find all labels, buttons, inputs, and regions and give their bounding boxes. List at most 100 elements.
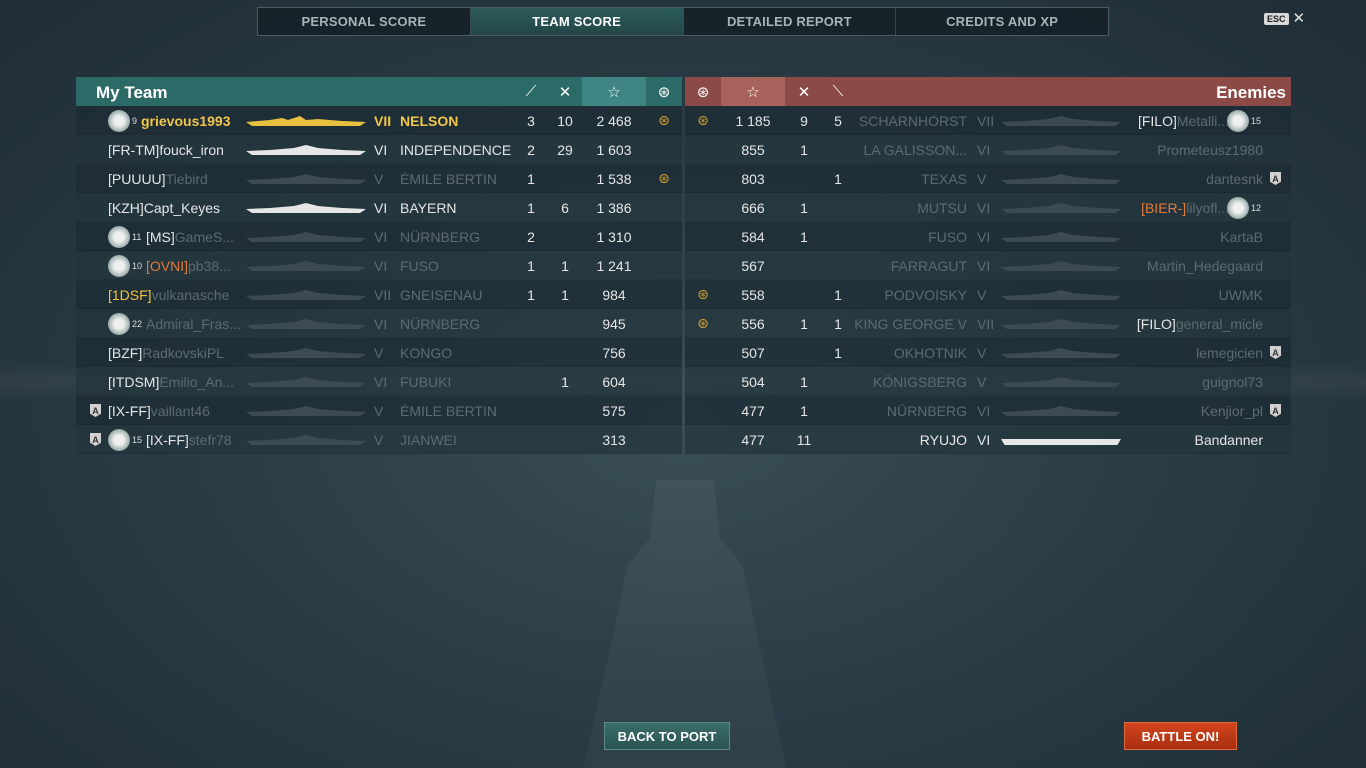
ship-tier: VI (977, 199, 991, 216)
player-name[interactable]: grievous1993 (141, 106, 231, 135)
battle-on-button[interactable]: BATTLE ON! (1124, 722, 1237, 750)
ship-silhouette (1001, 348, 1121, 358)
table-row[interactable]: 855 1 LA GALISSON... VI Prometeusz1980 (685, 135, 1291, 164)
player-name[interactable]: [IX-FF] stefr78 (146, 425, 232, 454)
player-nickname: Emilio_An... (159, 373, 235, 390)
player-name[interactable]: [FILO] Metalli... (1138, 106, 1229, 135)
table-row[interactable]: [1DSF] vulkanasche VII GNEISENAU 1 1 984 (76, 280, 682, 309)
player-nickname: Prometeusz1980 (1157, 141, 1263, 158)
player-name[interactable]: dantesnk (1206, 164, 1263, 193)
clan-tag: [FR-TM] (108, 141, 160, 158)
rank-badge-icon: 15 (108, 425, 142, 454)
table-row[interactable]: 10 [OVNI] pb38... VI FUSO 1 1 1 241 (76, 251, 682, 280)
table-row[interactable]: 567 FARRAGUT VI Martin_Hedegaard (685, 251, 1291, 280)
player-name[interactable]: [IX-FF] vaillant46 (108, 396, 210, 425)
ship-name: RYUJO (919, 431, 967, 448)
enemy-team-header: ⊛ ☆ ✕ ⟍ Enemies (685, 77, 1291, 106)
table-row[interactable]: A [IX-FF] vaillant46 V ÉMILE BERTIN 575 (76, 396, 682, 425)
tab-personal-score[interactable]: PERSONAL SCORE (258, 8, 471, 35)
player-name[interactable]: Kenjior_pl (1201, 396, 1263, 425)
tab-detailed-report[interactable]: DETAILED REPORT (684, 8, 897, 35)
clan-tag: [OVNI] (146, 257, 189, 274)
table-row[interactable]: 477 1 NÜRNBERG VI Kenjior_pl A (685, 396, 1291, 425)
ship-silhouette (246, 319, 366, 329)
score-value: 1 241 (596, 257, 632, 274)
score-value: 803 (741, 170, 765, 187)
player-name[interactable]: [FILO] general_micle (1137, 309, 1263, 338)
ship-tier: VI (977, 228, 991, 245)
player-name[interactable]: [ITDSM] Emilio_An... (108, 367, 234, 396)
table-row[interactable]: 803 1 TEXAS Vdantesnk A (685, 164, 1291, 193)
score-value: 604 (602, 373, 626, 390)
table-row[interactable]: 9 grievous1993 VII NELSON 3 10 2 468 ⊛ (76, 106, 682, 135)
rank-badge-icon: 22 (108, 309, 142, 338)
player-name[interactable]: guignol73 (1202, 367, 1263, 396)
player-name[interactable]: KartaB (1220, 222, 1263, 251)
score-value: 1 603 (596, 141, 632, 158)
score-value: 556 (741, 315, 765, 332)
table-row[interactable]: 477 11 RYUJO VI Bandanner (685, 425, 1291, 454)
player-name[interactable]: Admiral_Fras... (146, 309, 241, 338)
ship-tier: V (977, 170, 987, 187)
ship-tier: V (374, 344, 384, 361)
player-name[interactable]: [1DSF] vulkanasche (108, 280, 229, 309)
clan-tag: [MS] (146, 228, 175, 245)
player-nickname: vaillant46 (150, 402, 210, 419)
ship-tier: V (374, 402, 384, 419)
table-row[interactable]: 22 Admiral_Fras... VI NÜRNBERG 945 (76, 309, 682, 338)
player-name[interactable]: Prometeusz1980 (1157, 135, 1263, 164)
planes-count: 1 (561, 286, 569, 303)
table-row[interactable]: [BZF] RadkovskiPL V KONGO 756 (76, 338, 682, 367)
table-row[interactable]: ⊛ 558 1 PODVOISKY V UWMK (685, 280, 1291, 309)
table-row[interactable]: A 15 [IX-FF] stefr78 V JIANWEI 313 (76, 425, 682, 454)
table-row[interactable]: 11 [MS] GameS... VI NÜRNBERG 2 1 310 (76, 222, 682, 251)
table-row[interactable]: 507 1 OKHOTNIK Vlemegicien A (685, 338, 1291, 367)
table-row[interactable]: [ITDSM] Emilio_An... VI FUBUKI 1 604 (76, 367, 682, 396)
ship-silhouette (246, 116, 366, 126)
rank-badge-icon: 15 (1226, 106, 1261, 135)
tab-team-score[interactable]: TEAM SCORE (470, 8, 684, 35)
ship-name: GNEISENAU (400, 286, 483, 303)
crossed-swords-icon: ✕ (797, 83, 811, 101)
score-value: 666 (741, 199, 765, 216)
table-row[interactable]: ⊛ 556 1 1 KING GEORGE V VII [FILO] general_micl… (685, 309, 1291, 338)
ship-tier: VI (977, 141, 991, 158)
player-name[interactable]: [BIER-] lilyofl... (1141, 193, 1229, 222)
player-nickname: Admiral_Fras... (146, 315, 241, 332)
player-name[interactable]: UWMK (1219, 280, 1263, 309)
kills-count: 1 (834, 170, 842, 187)
table-row[interactable]: [KZH] Capt_Keyes VI BAYERN 1 6 1 386 (76, 193, 682, 222)
ship-silhouette (246, 435, 366, 445)
player-name[interactable]: [BZF] RadkovskiPL (108, 338, 224, 367)
table-row[interactable]: ⊛ 1 185 9 5 SCHARNHORST VII [FILO] Metalli... 15 (685, 106, 1291, 135)
torpedo-icon: ⟍ (832, 83, 844, 100)
ship-silhouette (246, 232, 366, 242)
player-name[interactable]: [MS] GameS... (146, 222, 234, 251)
player-nickname: Kenjior_pl (1200, 402, 1263, 419)
player-name[interactable]: [KZH] Capt_Keyes (108, 193, 220, 222)
table-row[interactable]: [FR-TM] fouck_iron VI INDEPENDENCE 2 29 1 603 (76, 135, 682, 164)
ship-name: FUSO (928, 228, 967, 245)
ship-name: INDEPENDENCE (400, 141, 512, 158)
medal-icon: ⊛ (658, 170, 670, 186)
table-row[interactable]: 504 1 KÖNIGSBERG Vguignol73 (685, 367, 1291, 396)
player-name[interactable]: Martin_Hedegaard (1147, 251, 1263, 280)
table-row[interactable]: [PUUUU] Tiebird V ÉMILE BERTIN 1 1 538 ⊛ (76, 164, 682, 193)
player-name[interactable]: lemegicien (1196, 338, 1263, 367)
player-name[interactable]: Bandanner (1194, 425, 1263, 454)
my-team-rows: 9 grievous1993 VII NELSON 3 10 2 468 ⊛ [FR-TM] fo… (76, 106, 682, 454)
player-name[interactable]: [FR-TM] fouck_iron (108, 135, 224, 164)
rank-level: 15 (132, 434, 143, 445)
back-to-port-button[interactable]: BACK TO PORT (604, 722, 730, 750)
table-row[interactable]: 666 1 MUTSU VI [BIER-] lilyofl... 12 (685, 193, 1291, 222)
score-value: 504 (741, 373, 765, 390)
player-name[interactable]: [OVNI] pb38... (146, 251, 231, 280)
close-button[interactable]: ESC ✕ (1264, 11, 1305, 26)
score-value: 584 (741, 228, 765, 245)
table-row[interactable]: 584 1 FUSO VI KartaB (685, 222, 1291, 251)
tab-credits-xp[interactable]: CREDITS AND XP (896, 8, 1108, 35)
ship-silhouette (1001, 174, 1121, 184)
ship-silhouette (1001, 261, 1121, 271)
player-name[interactable]: [PUUUU] Tiebird (108, 164, 208, 193)
ship-name: MUTSU (917, 199, 967, 216)
